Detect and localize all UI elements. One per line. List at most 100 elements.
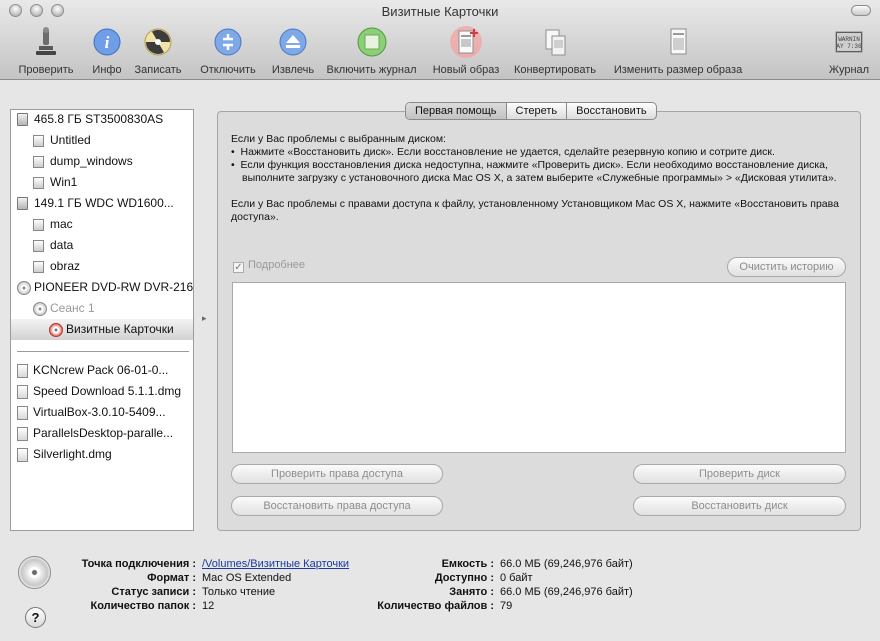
convert-icon: [539, 26, 571, 58]
new-image-button[interactable]: Новый образ: [429, 26, 503, 76]
sidebar-item[interactable]: Win1: [11, 173, 193, 193]
files-label: Количество файлов :: [377, 600, 494, 612]
format-value: Mac OS Extended: [202, 572, 292, 584]
mount-point-link[interactable]: /Volumes/Визитные Карточки: [202, 558, 349, 570]
capacity-label: Емкость :: [441, 558, 494, 570]
checkmark-icon: ✓: [233, 262, 244, 273]
journal-log-button[interactable]: WARNIN AY 7:36 Журнал: [827, 26, 871, 76]
unmount-icon: [212, 26, 244, 58]
sidebar-image-label: Speed Download 5.1.1.dmg: [33, 384, 182, 398]
sidebar-item[interactable]: obraz: [11, 257, 193, 277]
optical-drive-icon: [17, 281, 31, 295]
used-label: Занято :: [449, 586, 494, 598]
disk-image-icon: [17, 385, 28, 399]
sidebar-item-label: Win1: [50, 175, 78, 189]
repair-permissions-button[interactable]: Восстановить права доступа: [231, 496, 443, 516]
volume-icon: [33, 156, 44, 168]
used-value: 66.0 МБ (69,246,976 байт): [500, 586, 633, 598]
burn-icon: [142, 26, 174, 58]
info-button[interactable]: i Инфо: [89, 26, 125, 76]
disk-image-icon: [17, 406, 28, 420]
new-image-icon: [450, 26, 482, 58]
verify-button[interactable]: Проверить: [16, 26, 76, 76]
disk-list[interactable]: 465.8 ГБ ST3500830AS Untitled dump_windows…: [10, 109, 194, 531]
sidebar-image-item[interactable]: VirtualBox-3.0.10-5409...: [11, 403, 193, 423]
unmount-button[interactable]: Отключить: [196, 26, 260, 76]
details-checkbox[interactable]: ✓ Подробнее: [233, 259, 305, 273]
sidebar-image-label: ParallelsDesktop-paralle...: [33, 426, 174, 440]
disk-utility-window: Визитные Карточки Проверить i Инфо Запис…: [0, 0, 880, 641]
sidebar-item[interactable]: mac: [11, 215, 193, 235]
sidebar-item[interactable]: Untitled: [11, 131, 193, 151]
resize-image-button[interactable]: Изменить размер образа: [609, 26, 747, 76]
sidebar-item[interactable]: Визитные Карточки: [11, 320, 193, 340]
sidebar-item[interactable]: Сеанс 1: [11, 299, 193, 319]
first-aid-log[interactable]: [232, 282, 846, 453]
sidebar-item[interactable]: 149.1 ГБ WDC WD1600...: [11, 194, 193, 214]
disc-icon: [49, 323, 63, 337]
available-value: 0 байт: [500, 572, 533, 584]
enable-journal-button[interactable]: Включить журнал: [323, 26, 420, 76]
eject-icon: [277, 26, 309, 58]
sidebar-image-item[interactable]: Speed Download 5.1.1.dmg: [11, 382, 193, 402]
sidebar-item[interactable]: PIONEER DVD-RW DVR-216: [11, 278, 193, 298]
microscope-icon: [30, 26, 62, 58]
svg-text:AY 7:36: AY 7:36: [836, 43, 862, 50]
volume-icon: [33, 219, 44, 231]
sidebar-image-label: Silverlight.dmg: [33, 447, 112, 461]
sidebar-image-item[interactable]: Silverlight.dmg: [11, 445, 193, 465]
clear-history-button[interactable]: Очистить историю: [727, 257, 846, 277]
sidebar-item[interactable]: dump_windows: [11, 152, 193, 172]
svg-text:i: i: [105, 33, 110, 52]
help-intro: Если у Вас проблемы с выбранным диском:: [231, 133, 446, 145]
hard-disk-icon: [17, 197, 28, 210]
split-view-handle[interactable]: ▸: [202, 313, 207, 324]
toolbar-toggle-button[interactable]: [851, 5, 871, 16]
sidebar-item-label: obraz: [50, 259, 81, 273]
hard-disk-icon: [17, 113, 28, 126]
resize-image-icon: [662, 26, 694, 58]
files-value: 79: [500, 600, 513, 612]
repair-disk-button[interactable]: Восстановить диск: [633, 496, 846, 516]
volume-icon: [33, 135, 44, 147]
help-bullet-2: • Если функция восстановления диска недо…: [231, 159, 837, 184]
sidebar-separator: [17, 351, 189, 352]
sidebar-item-label: Визитные Карточки: [66, 322, 174, 336]
sidebar-image-label: KCNcrew Pack 06-01-0...: [33, 363, 169, 377]
sidebar-item-label: 465.8 ГБ ST3500830AS: [34, 112, 164, 126]
journal-icon: [356, 26, 388, 58]
write-status-value: Только чтение: [202, 586, 276, 598]
mount-point-label: Точка подключения :: [81, 558, 196, 570]
sidebar-image-item[interactable]: ParallelsDesktop-paralle...: [11, 424, 193, 444]
write-status-label: Статус записи :: [111, 586, 196, 598]
burn-button[interactable]: Записать: [131, 26, 185, 76]
window-title: Визитные Карточки: [381, 4, 499, 19]
folders-value: 12: [202, 600, 215, 612]
console-icon: WARNIN AY 7:36: [833, 26, 865, 58]
eject-button[interactable]: Извлечь: [270, 26, 316, 76]
verify-permissions-button[interactable]: Проверить права доступа: [231, 464, 443, 484]
convert-button[interactable]: Конвертировать: [510, 26, 600, 76]
sidebar-image-item[interactable]: KCNcrew Pack 06-01-0...: [11, 361, 193, 381]
help-bullet-1: • Нажмите «Восстановить диск». Если восс…: [231, 146, 775, 158]
disk-image-icon: [17, 427, 28, 441]
tab-restore[interactable]: Восстановить: [566, 103, 655, 119]
sidebar-item-label: dump_windows: [50, 154, 133, 168]
sidebar-item-label: PIONEER DVD-RW DVR-216: [34, 280, 193, 294]
tab-bar: Первая помощь Стереть Восстановить: [405, 102, 657, 120]
volume-icon: [33, 240, 44, 252]
sidebar-image-label: VirtualBox-3.0.10-5409...: [33, 405, 166, 419]
sidebar-item-label: data: [50, 238, 74, 252]
folders-label: Количество папок :: [90, 600, 196, 612]
sidebar-item[interactable]: 465.8 ГБ ST3500830AS: [11, 110, 193, 130]
disk-image-icon: [17, 448, 28, 462]
tab-erase[interactable]: Стереть: [505, 103, 567, 119]
sidebar-item[interactable]: data: [11, 236, 193, 256]
tab-first-aid[interactable]: Первая помощь: [406, 103, 506, 119]
title-toolbar: Визитные Карточки Проверить i Инфо Запис…: [0, 0, 880, 80]
first-aid-help-text: Если у Вас проблемы с выбранным диском: …: [231, 133, 851, 224]
help-permissions: Если у Вас проблемы с правами доступа к …: [231, 198, 839, 223]
sidebar-item-label: 149.1 ГБ WDC WD1600...: [34, 196, 174, 210]
available-label: Доступно :: [434, 572, 494, 584]
verify-disk-button[interactable]: Проверить диск: [633, 464, 846, 484]
